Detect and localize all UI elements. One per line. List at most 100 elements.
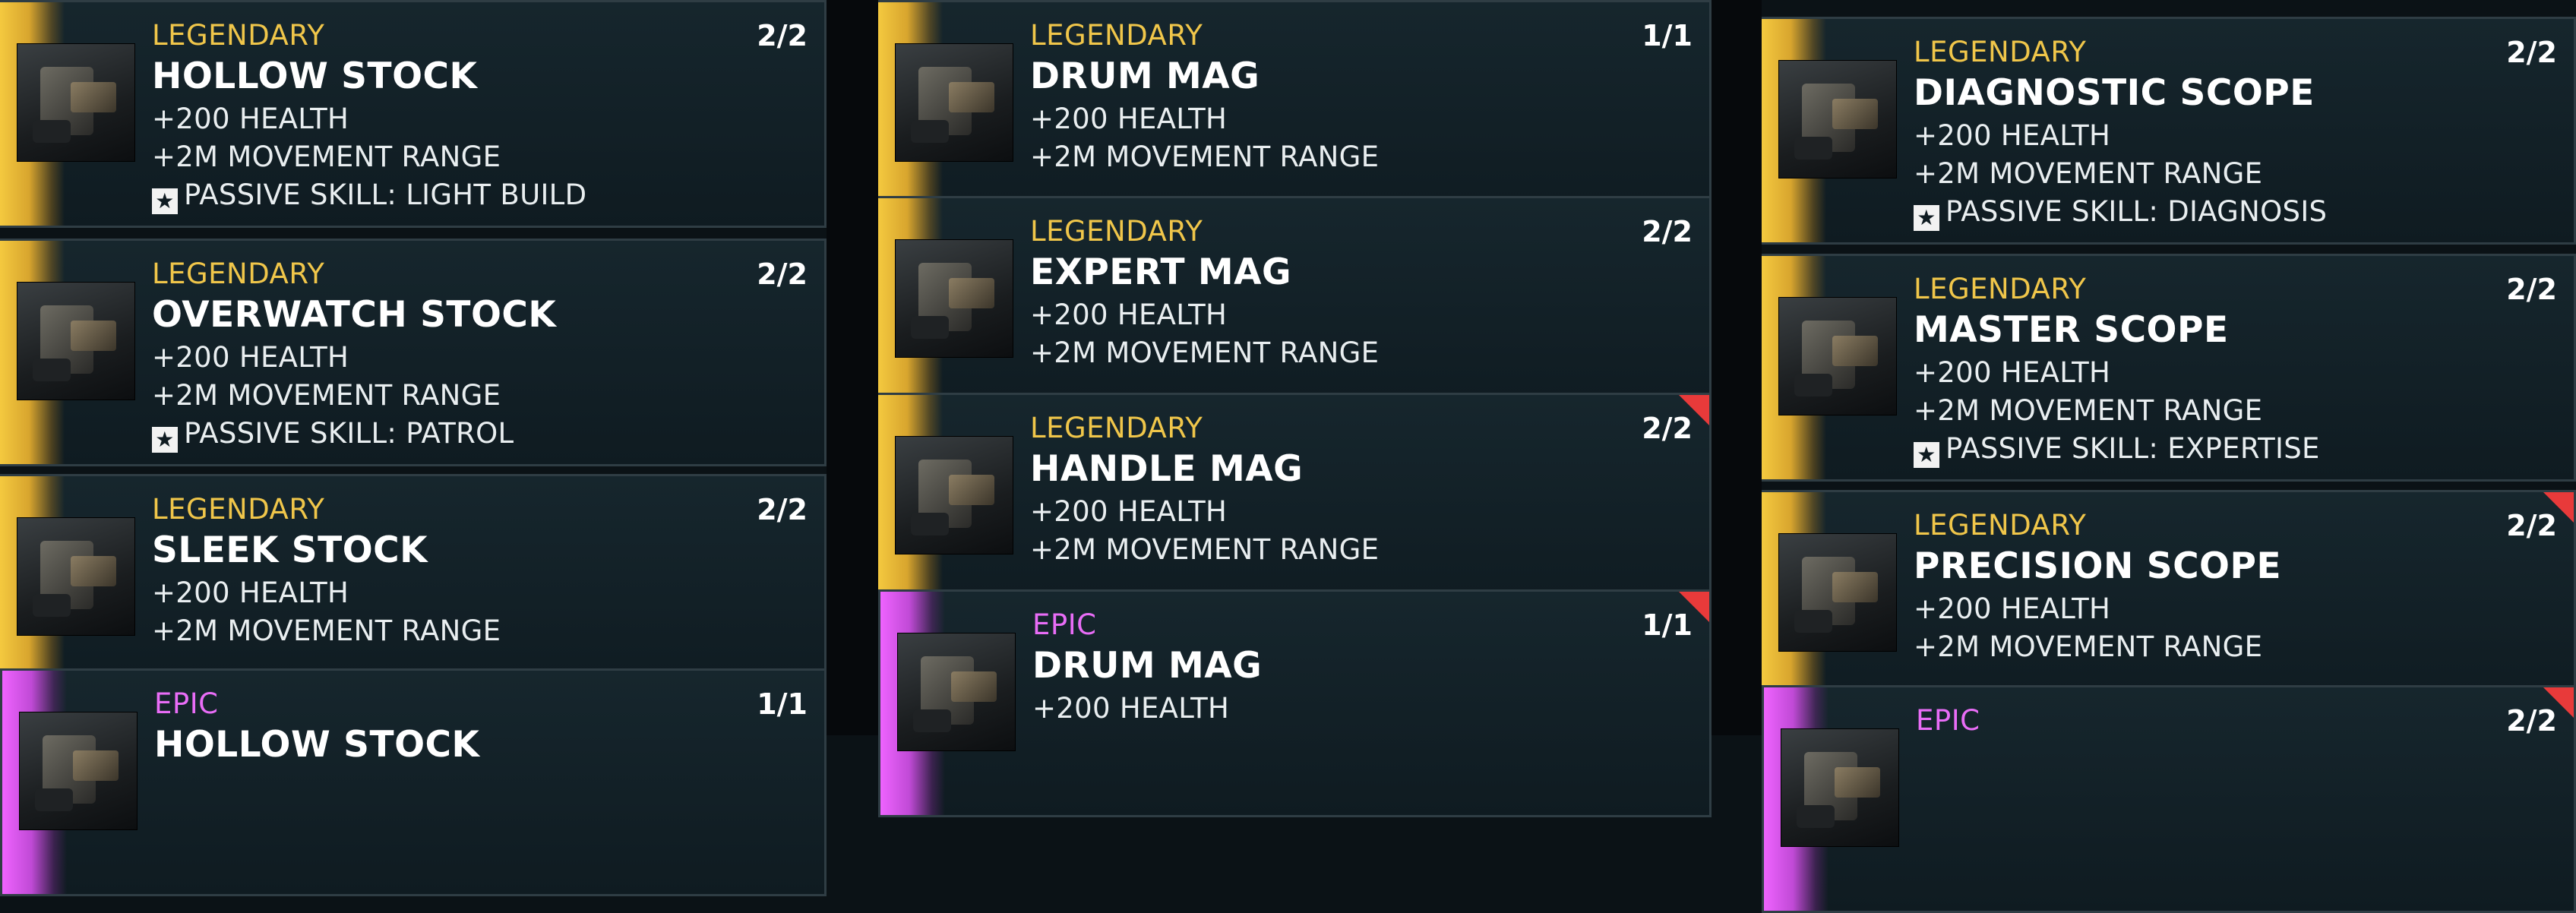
item-name: PRECISION SCOPE (1914, 545, 2282, 587)
item-rarity: LEGENDARY (1030, 215, 1203, 248)
item-thumbnail (895, 436, 1013, 554)
item-card[interactable]: EPIC HOLLOW STOCK 1/1 (0, 668, 827, 896)
item-stat: +200 HEALTH (152, 577, 349, 609)
new-item-flag-icon (1679, 592, 1709, 622)
passive-skill: ★ PASSIVE SKILL: LIGHT BUILD (152, 178, 586, 214)
item-stat: +2M MOVEMENT RANGE (1914, 157, 2263, 190)
weapon-part-icon (1832, 99, 1878, 129)
item-rarity: LEGENDARY (1030, 412, 1203, 444)
passive-skill: ★ PASSIVE SKILL: DIAGNOSIS (1914, 195, 2327, 231)
item-card[interactable]: LEGENDARY OVERWATCH STOCK +200 HEALTH +2M M… (0, 239, 827, 466)
passive-skill-label: PASSIVE SKILL: DIAGNOSIS (1945, 195, 2328, 228)
item-thumbnail (17, 517, 135, 636)
item-thumbnail (1778, 533, 1897, 652)
item-name: MASTER SCOPE (1914, 309, 2229, 351)
item-stat: +200 HEALTH (1914, 119, 2111, 152)
weapon-part-icon (913, 709, 951, 732)
weapon-part-icon (949, 82, 994, 112)
item-stat: +2M MOVEMENT RANGE (1914, 630, 2263, 663)
item-rarity: LEGENDARY (1914, 509, 2087, 542)
weapon-part-icon (1794, 137, 1832, 160)
item-card[interactable]: LEGENDARY DIAGNOSTIC SCOPE +200 HEALTH +2M … (1762, 17, 2576, 245)
weapon-part-icon (71, 82, 116, 112)
item-thumbnail (895, 239, 1013, 358)
weapon-part-icon (1832, 336, 1878, 366)
item-card[interactable]: LEGENDARY DRUM MAG +200 HEALTH +2M MOVEMENT… (878, 0, 1712, 228)
item-stat: +2M MOVEMENT RANGE (1914, 394, 2263, 427)
weapon-part-icon (33, 594, 71, 617)
item-rarity: EPIC (1916, 704, 1980, 737)
item-name: HOLLOW STOCK (152, 55, 478, 97)
item-stat: +2M MOVEMENT RANGE (152, 379, 501, 412)
item-thumbnail (19, 712, 137, 830)
item-card[interactable]: LEGENDARY HANDLE MAG +200 HEALTH +2M MOVEME… (878, 393, 1712, 621)
item-count: 2/2 (757, 493, 808, 526)
item-count: 2/2 (757, 19, 808, 52)
weapon-part-icon (911, 513, 949, 535)
item-thumbnail (1778, 60, 1897, 178)
star-badge-icon: ★ (152, 188, 178, 214)
item-stat: +2M MOVEMENT RANGE (1030, 533, 1380, 566)
weapon-part-icon (949, 278, 994, 308)
item-stat: +2M MOVEMENT RANGE (152, 614, 501, 647)
item-thumbnail (895, 43, 1013, 162)
item-stat: +200 HEALTH (1914, 356, 2111, 389)
weapon-part-icon (35, 788, 73, 811)
item-card[interactable]: EPIC 2/2 (1762, 685, 2576, 913)
weapon-part-icon (33, 120, 71, 143)
column-gap (1712, 0, 1762, 735)
passive-skill-label: PASSIVE SKILL: EXPERTISE (1945, 432, 2320, 465)
weapon-part-icon (71, 556, 116, 586)
new-item-flag-icon (1679, 395, 1709, 425)
new-item-flag-icon (2543, 687, 2574, 718)
item-thumbnail (1781, 728, 1899, 847)
item-count: 2/2 (2506, 273, 2557, 306)
weapon-part-icon (949, 475, 994, 505)
item-thumbnail (17, 282, 135, 400)
item-count: 2/2 (1642, 215, 1693, 248)
weapon-part-icon (911, 316, 949, 339)
star-badge-icon: ★ (1914, 442, 1939, 468)
weapon-part-icon (1794, 610, 1832, 633)
item-rarity: LEGENDARY (1914, 36, 2087, 68)
item-stat: +2M MOVEMENT RANGE (1030, 141, 1380, 173)
item-card[interactable]: LEGENDARY EXPERT MAG +200 HEALTH +2M MOVEME… (878, 196, 1712, 424)
item-name: DRUM MAG (1032, 645, 1263, 687)
item-rarity: LEGENDARY (152, 19, 325, 52)
item-name: HANDLE MAG (1030, 448, 1304, 490)
weapon-part-icon (1835, 767, 1880, 798)
item-card[interactable]: LEGENDARY HOLLOW STOCK +200 HEALTH +2M MOVE… (0, 0, 827, 228)
weapon-part-icon (1794, 374, 1832, 396)
item-name: HOLLOW STOCK (154, 724, 480, 766)
item-thumbnail (1778, 297, 1897, 415)
passive-skill: ★ PASSIVE SKILL: EXPERTISE (1914, 432, 2320, 468)
item-count: 1/1 (757, 687, 808, 721)
star-badge-icon: ★ (152, 427, 178, 453)
item-count: 1/1 (1642, 19, 1693, 52)
item-stat: +200 HEALTH (1030, 103, 1228, 135)
item-name: DIAGNOSTIC SCOPE (1914, 72, 2315, 114)
item-stat: +200 HEALTH (1032, 692, 1230, 725)
item-card[interactable]: EPIC DRUM MAG +200 HEALTH 1/1 (878, 589, 1712, 817)
item-stat: +2M MOVEMENT RANGE (1030, 336, 1380, 369)
item-card[interactable]: LEGENDARY MASTER SCOPE +200 HEALTH +2M MOVE… (1762, 254, 2576, 482)
weapon-part-icon (71, 321, 116, 351)
item-rarity: LEGENDARY (152, 493, 325, 526)
column-gap (827, 0, 878, 735)
item-rarity: EPIC (1032, 608, 1097, 641)
star-badge-icon: ★ (1914, 205, 1939, 231)
passive-skill: ★ PASSIVE SKILL: PATROL (152, 417, 514, 453)
item-thumbnail (897, 633, 1016, 751)
weapon-part-icon (951, 671, 997, 702)
item-stat: +2M MOVEMENT RANGE (152, 141, 501, 173)
item-card[interactable]: LEGENDARY PRECISION SCOPE +200 HEALTH +2M M… (1762, 490, 2576, 718)
item-count: 2/2 (2506, 36, 2557, 69)
new-item-flag-icon (2543, 492, 2574, 523)
item-rarity: LEGENDARY (1914, 273, 2087, 305)
item-stat: +200 HEALTH (1914, 592, 2111, 625)
weapon-part-icon (1797, 805, 1835, 828)
item-stat: +200 HEALTH (152, 341, 349, 374)
item-card[interactable]: LEGENDARY SLEEK STOCK +200 HEALTH +2M MOVEM… (0, 474, 827, 702)
item-name: DRUM MAG (1030, 55, 1260, 97)
item-stat: +200 HEALTH (152, 103, 349, 135)
